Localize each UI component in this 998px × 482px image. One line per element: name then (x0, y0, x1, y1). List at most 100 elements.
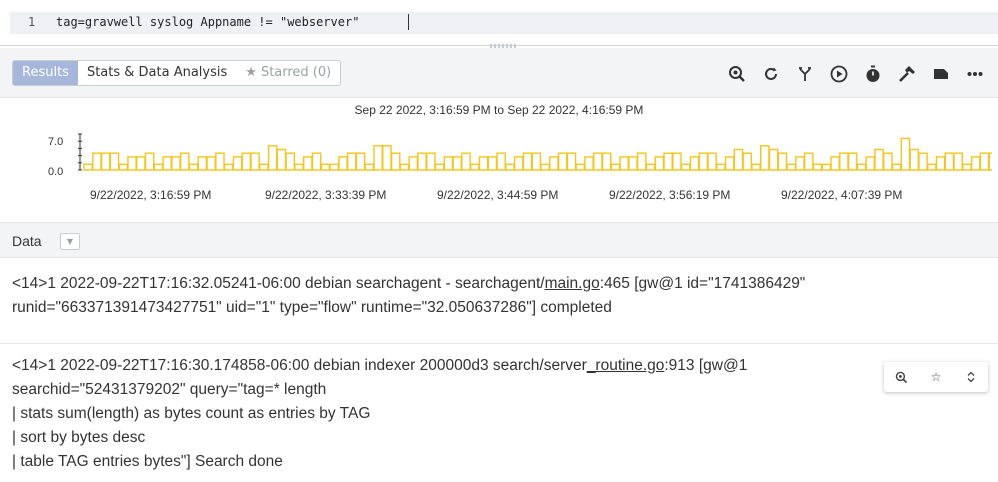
histogram-bar (417, 152, 427, 171)
query-text[interactable]: tag=gravwell syslog Appname != "webserve… (56, 15, 359, 29)
histogram-bar (724, 156, 735, 171)
histogram-bar (830, 156, 840, 171)
x-tick-label: 9/22/2022, 3:16:59 PM (90, 188, 212, 202)
histogram-bar (847, 152, 858, 171)
histogram-bar (531, 152, 542, 171)
entry-text: :913 [gw@1 (664, 357, 748, 374)
histogram-bar (434, 163, 445, 171)
histogram-bar (768, 148, 779, 171)
entry-line: | table TAG entries bytes"] Search done (12, 453, 283, 470)
histogram-bar (575, 163, 586, 171)
histogram-bar (311, 152, 322, 171)
overview-search-icon[interactable] (720, 61, 754, 87)
histogram-bar (909, 148, 920, 171)
list-item[interactable]: <14>1 2022-09-22T17:16:30.174858-06:00 d… (0, 354, 998, 482)
timer-icon[interactable] (856, 61, 890, 87)
histogram-bar (821, 163, 832, 171)
histogram-bar (346, 152, 357, 171)
histogram-bar (883, 152, 893, 171)
query-editor[interactable]: 1 tag=gravwell syslog Appname != "webser… (0, 0, 998, 48)
histogram-bar (953, 152, 963, 171)
histogram-bar (100, 152, 111, 171)
tab-results[interactable]: Results (13, 61, 78, 85)
histogram-bar (259, 163, 269, 171)
histogram-bar (223, 163, 234, 171)
histogram-bar (505, 163, 515, 171)
histogram-bar (513, 156, 524, 171)
histogram-bar (619, 156, 629, 171)
histogram-bar (188, 163, 199, 171)
histogram-bar (162, 156, 172, 171)
histogram-bar (689, 156, 700, 171)
histogram-bar (443, 156, 454, 171)
histogram-plot[interactable] (78, 124, 992, 180)
refresh-icon[interactable] (754, 61, 788, 87)
entry-line: | sort by bytes desc (12, 429, 146, 446)
histogram-bar (584, 156, 594, 171)
histogram-bar (654, 156, 665, 171)
histogram-bar (294, 163, 304, 171)
y-tick-min: 0.0 (48, 166, 64, 178)
star-icon[interactable]: ☆ (919, 362, 954, 392)
entry-text: <14>1 2022-09-22T17:16:30.174858-06:00 d… (12, 357, 587, 374)
histogram-bar (751, 163, 761, 171)
histogram-bar (522, 152, 533, 171)
histogram-bar (610, 163, 621, 171)
label-icon[interactable] (924, 61, 958, 87)
histogram-bar (540, 163, 550, 171)
histogram-bar (461, 152, 471, 171)
histogram-bar (452, 156, 463, 171)
histogram-bar (979, 152, 990, 171)
histogram-bar (733, 148, 744, 171)
chevron-down-icon[interactable]: ▼ (60, 233, 80, 250)
histogram-bar (549, 156, 559, 171)
histogram-bar (127, 156, 137, 171)
editor-line[interactable]: 1 tag=gravwell syslog Appname != "webser… (10, 12, 998, 34)
entry-text: <14>1 2022-09-22T17:16:32.05241-06:00 de… (12, 275, 545, 292)
star-icon: ★ (245, 65, 257, 80)
histogram-bar (250, 152, 260, 171)
histogram-bar (918, 152, 928, 171)
histogram-bar (636, 152, 647, 171)
histogram-bar (206, 156, 216, 171)
histogram-bar (478, 156, 489, 171)
histogram-bar (680, 163, 691, 171)
entry-link[interactable]: _routine.go (587, 357, 665, 374)
histogram-bar (891, 163, 902, 171)
histogram-bar (672, 152, 682, 171)
x-tick-label: 9/22/2022, 3:33:39 PM (265, 188, 387, 202)
histogram-bar (373, 145, 383, 171)
histogram-bar (303, 156, 313, 171)
histogram-bar (786, 163, 796, 171)
y-tick-max: 7.0 (48, 136, 64, 148)
histogram-bar (812, 163, 823, 171)
tab-starred[interactable]: ★ Starred (0) (236, 61, 340, 85)
histogram-bar (285, 152, 296, 171)
histogram-bar (338, 156, 348, 171)
entry-link[interactable]: main.go (545, 275, 600, 292)
timeline-chart[interactable]: Sep 22 2022, 3:16:59 PM to Sep 22 2022, … (0, 98, 998, 214)
histogram-bar (109, 152, 120, 171)
list-item[interactable]: <14>1 2022-09-22T17:16:32.05241-06:00 de… (0, 272, 998, 344)
histogram-bar (364, 163, 375, 171)
entry-text: :465 [gw@1 id="1741386429" (599, 275, 806, 292)
tab-stats-data-analysis[interactable]: Stats & Data Analysis (78, 61, 236, 85)
fork-icon[interactable] (788, 61, 822, 87)
more-icon[interactable] (958, 61, 992, 87)
histogram-bar (707, 152, 717, 171)
histogram-bar (276, 148, 287, 171)
histogram-bar (241, 152, 252, 171)
histogram-bar (153, 163, 164, 171)
overview-search-icon[interactable] (884, 362, 919, 392)
histogram-bar (408, 156, 419, 171)
play-icon[interactable] (822, 61, 856, 87)
histogram-bar (399, 163, 410, 171)
histogram-bar (496, 152, 506, 171)
histogram-bar (645, 163, 656, 171)
results-toolbar: Results Stats & Data Analysis ★ Starred (… (0, 48, 998, 98)
hammer-icon[interactable] (890, 61, 924, 87)
histogram-bar (874, 148, 884, 171)
histogram-bar (935, 156, 946, 171)
histogram-bar (355, 152, 366, 171)
expand-icon[interactable] (953, 362, 988, 392)
